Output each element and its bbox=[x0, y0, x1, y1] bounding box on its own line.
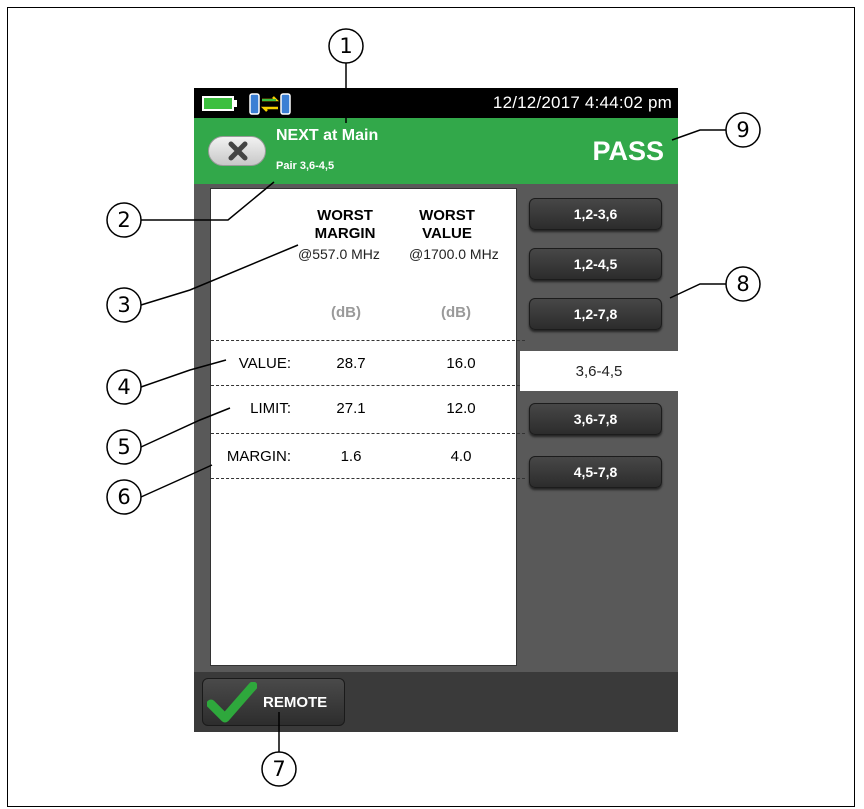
callout-number-5: 5 bbox=[117, 435, 131, 459]
callout-number-1: 1 bbox=[339, 34, 353, 58]
callout-line-5 bbox=[140, 407, 231, 448]
callout-line-6 bbox=[140, 464, 213, 498]
callout-number-8: 8 bbox=[736, 272, 750, 296]
callout-line-3 bbox=[140, 244, 299, 306]
callout-line-4 bbox=[140, 359, 227, 388]
callout-number-4: 4 bbox=[117, 375, 131, 399]
callout-number-9: 9 bbox=[736, 118, 750, 142]
callout-line-8 bbox=[669, 283, 726, 299]
callout-line-2 bbox=[141, 181, 275, 221]
callout-line-9 bbox=[671, 129, 726, 141]
callout-number-7: 7 bbox=[272, 757, 286, 781]
callout-number-6: 6 bbox=[117, 485, 131, 509]
callout-number-2: 2 bbox=[117, 208, 131, 232]
callout-number-3: 3 bbox=[117, 293, 131, 317]
